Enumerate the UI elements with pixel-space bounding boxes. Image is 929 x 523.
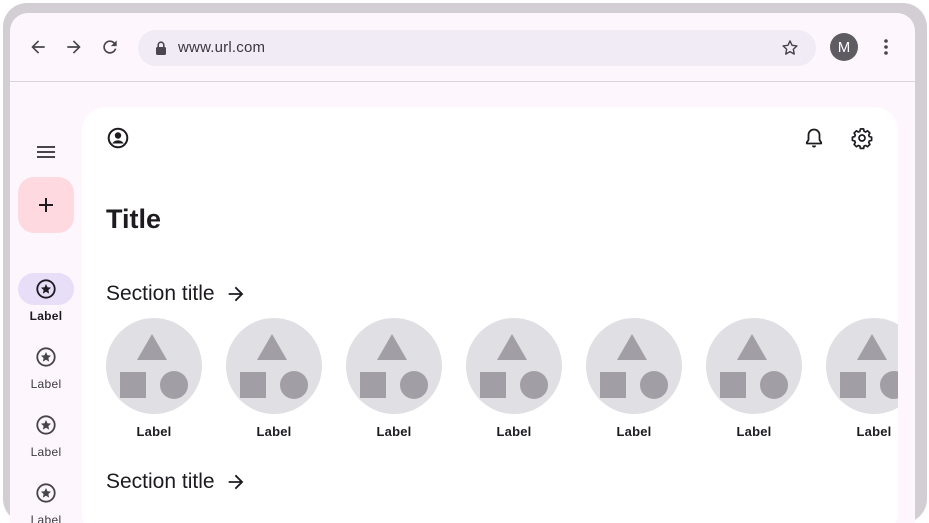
reload-icon [103,40,117,54]
placeholder-shapes-image [466,318,562,414]
url-text: www.url.com [178,39,266,56]
rail-item-label: Label [30,445,62,459]
list-item[interactable]: Label [706,318,802,439]
fab-add-button[interactable] [18,177,74,233]
section-title-1[interactable]: Section title [106,280,247,308]
placeholder-shapes-image [706,318,802,414]
lock-icon [156,41,166,55]
account-circle-icon[interactable] [106,126,130,150]
forward-button[interactable] [62,35,86,59]
reload-button[interactable] [98,35,122,59]
active-indicator [18,273,74,305]
indicator [18,409,74,441]
placeholder-shapes-image [106,318,202,414]
rail-item-3[interactable]: Label [10,409,82,465]
forward-arrow-icon [67,40,81,54]
arrow-forward-icon [228,474,243,490]
list-item[interactable]: Label [466,318,562,439]
item-label: Label [856,424,892,439]
rail-item-1[interactable]: Label [10,273,82,329]
settings-gear-icon[interactable] [850,126,874,150]
section-title-2[interactable]: Section title [106,468,247,496]
indicator [18,477,74,509]
placeholder-shapes-image [226,318,322,414]
toolbar-divider [10,81,915,82]
star-circle-icon [36,279,56,299]
placeholder-shapes-image [586,318,682,414]
profile-avatar[interactable]: M [830,33,858,61]
bookmark-star-icon[interactable] [780,38,800,58]
menu-icon[interactable] [34,140,58,164]
item-label: Label [616,424,652,439]
placeholder-shapes-image [826,318,898,414]
rail-item-label: Label [30,513,62,523]
item-label: Label [376,424,412,439]
rail-item-4[interactable]: Label [10,477,82,523]
arrow-forward-icon [228,286,243,302]
list-item[interactable]: Label [346,318,442,439]
notifications-bell-icon[interactable] [802,126,826,150]
back-button[interactable] [26,35,50,59]
star-circle-icon [36,483,56,503]
star-circle-icon [36,415,56,435]
list-item[interactable]: Label [586,318,682,439]
item-label: Label [736,424,772,439]
rail-item-label: Label [30,377,62,391]
star-circle-icon [36,347,56,367]
placeholder-shapes-image [346,318,442,414]
item-label: Label [496,424,532,439]
plus-icon [39,198,53,212]
list-item[interactable]: Label [826,318,898,439]
rail-item-2[interactable]: Label [10,341,82,397]
content-panel: Title Section title Label Label Label La… [82,107,898,523]
more-vert-icon[interactable] [876,37,896,57]
section-title-text: Section title [106,282,215,305]
page-title: Title [106,204,162,234]
item-label: Label [136,424,172,439]
list-item[interactable]: Label [226,318,322,439]
browser-window: www.url.com M Label Label Label Label Ti… [10,13,915,523]
list-item[interactable]: Label [106,318,202,439]
section-title-text: Section title [106,470,215,493]
indicator [18,341,74,373]
item-label: Label [256,424,292,439]
back-arrow-icon [31,40,45,54]
browser-toolbar: www.url.com M [10,13,915,81]
address-bar[interactable]: www.url.com [138,30,816,66]
rail-item-label: Label [29,309,63,323]
